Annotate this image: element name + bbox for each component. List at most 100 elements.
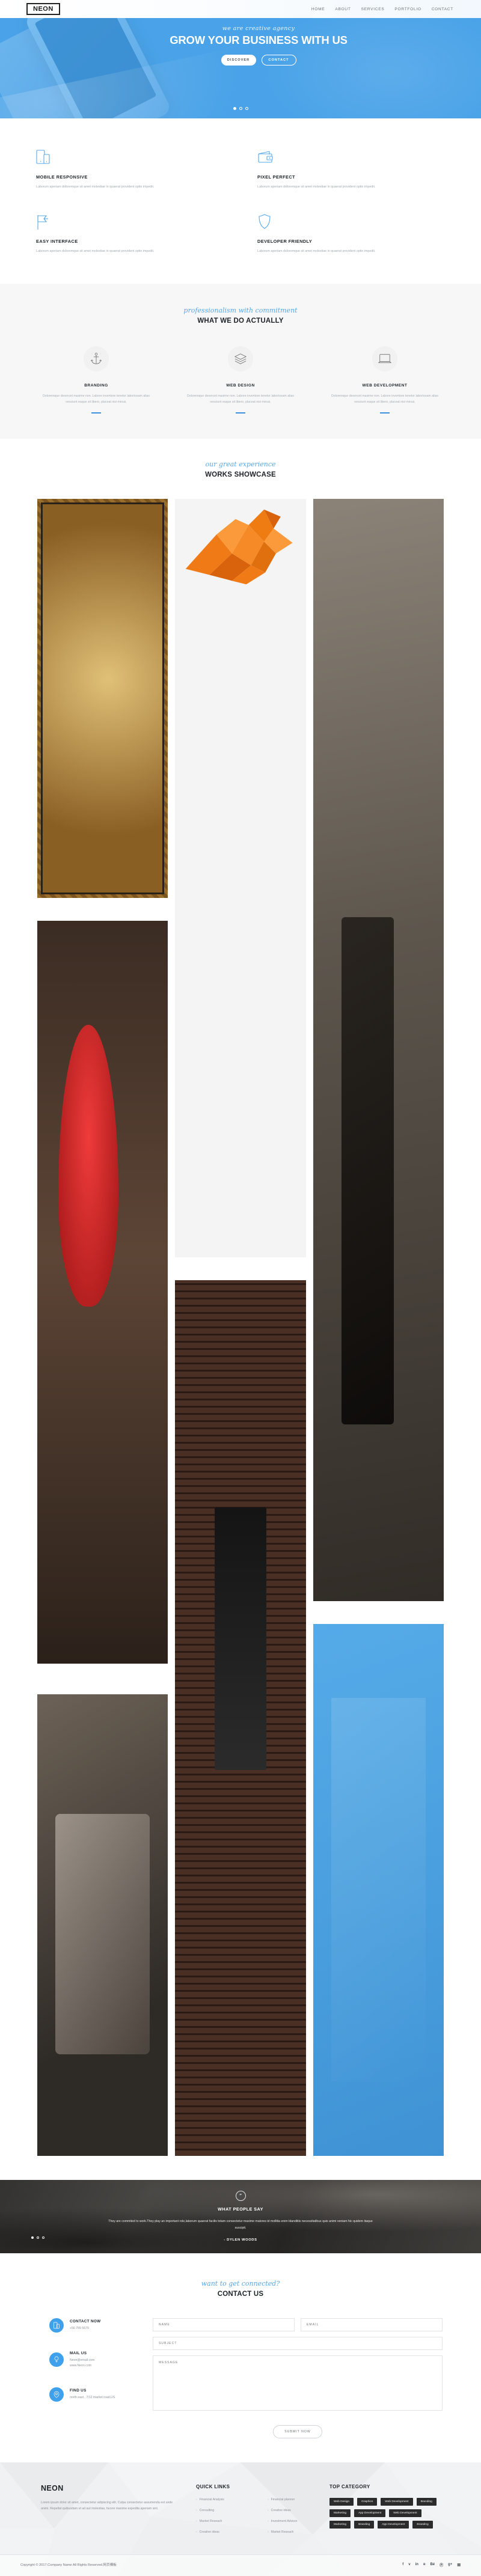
feature-text: Laborum aperiam doloremque sit amet mole…: [36, 185, 155, 189]
linkedin-icon[interactable]: in: [415, 2563, 418, 2566]
footer-link-label: Consulting: [199, 2508, 215, 2512]
rss-icon[interactable]: ʀ: [423, 2563, 426, 2566]
category-tag[interactable]: Web Development: [389, 2509, 421, 2517]
copyright-bar: Copyright © 2017.Company Name All Rights…: [0, 2554, 481, 2576]
hero-buttons: DISCOVER CONTACT: [36, 54, 481, 66]
footer-link[interactable]: › Financial Analysis: [196, 2498, 258, 2501]
feature-text: Laborum aperiam doloremque sit amet mole…: [257, 185, 376, 189]
nav-item-portfolio[interactable]: PORTFOLIO: [394, 7, 421, 11]
contact-info-value: +56 789 5679: [70, 2326, 89, 2330]
subject-input[interactable]: [153, 2336, 443, 2350]
testimonial-dot-2[interactable]: [37, 2236, 39, 2239]
footer-link-label: Market Reseach: [271, 2530, 294, 2534]
name-input[interactable]: [153, 2318, 295, 2331]
services-section: professionalism with commitment WHAT WE …: [0, 283, 481, 439]
email-input[interactable]: [301, 2318, 443, 2331]
chevron-right-icon: ›: [196, 2508, 197, 2512]
footer-quick-links-grid: › Financial Analysis › Financial planner ›…: [196, 2498, 329, 2534]
service-name: BRANDING: [84, 383, 108, 388]
twitter-icon[interactable]: ᴠ: [408, 2563, 410, 2566]
category-tag[interactable]: Branding: [412, 2520, 433, 2529]
footer-link[interactable]: › Creative ideas: [196, 2530, 258, 2534]
category-tag[interactable]: Graphics: [357, 2497, 378, 2506]
feature-title: EASY INTERFACE: [36, 239, 78, 245]
service-card: WEB DEVELOPMENT Doloremque deserunt maxi…: [313, 346, 457, 414]
category-tag[interactable]: Branding: [354, 2520, 375, 2529]
chevron-right-icon: ›: [268, 2530, 269, 2534]
gallery-item[interactable]: [37, 920, 168, 1664]
category-tag[interactable]: Marketing: [329, 2520, 351, 2529]
services-heading: WHAT WE DO ACTUALLY: [197, 317, 284, 325]
footer-link[interactable]: › Market Reseach: [268, 2530, 329, 2534]
message-textarea[interactable]: [153, 2355, 443, 2411]
service-name: WEB DEVELOPMENT: [362, 383, 408, 388]
copyright-text: Copyright © 2017.Company Name All Rights…: [20, 2563, 117, 2568]
contact-script-title: want to get connected?: [201, 2279, 280, 2288]
nav-item-about[interactable]: ABOUT: [335, 7, 351, 11]
contact-info-value: Neon@email.com: [70, 2358, 95, 2362]
hero-dot-2[interactable]: [239, 107, 242, 110]
footer-link-label: Financial planner: [271, 2497, 295, 2501]
feature-text: Laborum aperiam doloremque sit amet mole…: [257, 249, 376, 254]
contact-info-label: CONTACT NOW: [70, 2319, 101, 2324]
category-tag[interactable]: Web Design: [329, 2497, 354, 2506]
gallery-item[interactable]: [37, 498, 168, 898]
nav-item-home[interactable]: HOME: [311, 7, 325, 11]
footer-columns: NEON Lorem ipsum dolor sit amet, consect…: [30, 2484, 451, 2534]
service-card: WEB DESIGN Doloremque deserunt maxime no…: [168, 346, 313, 414]
footer-link-label: Creative ideas: [271, 2508, 291, 2512]
nav-item-services[interactable]: SERVICES: [361, 7, 385, 11]
feature-title: MOBILE RESPONSIVE: [36, 174, 88, 180]
chevron-right-icon: ›: [196, 2530, 197, 2534]
anchor-icon: [84, 346, 109, 371]
contact-button[interactable]: CONTACT: [261, 54, 296, 66]
works-gallery: [37, 498, 444, 2156]
google-plus-icon[interactable]: g+: [448, 2563, 452, 2566]
gallery-item[interactable]: [313, 498, 444, 1601]
hero-dot-1[interactable]: [233, 107, 236, 110]
layers-icon: [228, 346, 253, 371]
shield-icon: [257, 214, 445, 232]
gallery-item[interactable]: [175, 498, 306, 1257]
category-tag[interactable]: Web Development: [381, 2497, 413, 2506]
discover-button[interactable]: DISCOVER: [221, 54, 256, 66]
footer-link[interactable]: › Creative ideas: [268, 2509, 329, 2512]
category-tag[interactable]: Marketing: [329, 2509, 351, 2517]
testimonial-dot-3[interactable]: [42, 2236, 44, 2239]
footer-link[interactable]: › Financial planner: [268, 2498, 329, 2501]
gallery-item[interactable]: [37, 1694, 168, 2156]
category-tag[interactable]: App Development: [378, 2520, 409, 2529]
contact-form: SUBMIT NOW: [153, 2318, 443, 2438]
mobile-devices-icon: [36, 150, 224, 168]
submit-row: SUBMIT NOW: [153, 2425, 443, 2438]
footer-top-category-column: TOP CATEGORY Web Design Graphics Web Dev…: [329, 2484, 451, 2534]
laptop-icon: [372, 346, 397, 371]
contact-info-value: www.Neon.com: [70, 2363, 92, 2367]
footer-link[interactable]: › Investment Advisor: [268, 2520, 329, 2523]
site-header: NEON HOME ABOUT SERVICES PORTFOLIO CONTA…: [0, 0, 481, 18]
contact-heading: CONTACT US: [217, 2290, 264, 2298]
behance-icon[interactable]: Bé: [430, 2563, 435, 2566]
testimonial-section: ” WHAT PEOPLE SAY They are commited to w…: [0, 2179, 481, 2253]
footer-link[interactable]: › Consulting: [196, 2509, 258, 2512]
site-logo[interactable]: NEON: [26, 2, 60, 16]
footer-link[interactable]: › Market Reseach: [196, 2520, 258, 2523]
dribbble-icon[interactable]: ▤: [457, 2563, 461, 2567]
gallery-item[interactable]: [175, 1280, 306, 2156]
hero-slider-dots: [0, 107, 481, 110]
pinterest-icon[interactable]: Ⓟ: [440, 2562, 443, 2568]
services-grid: BRANDING Doloremque deserunt maxime non.…: [24, 346, 457, 414]
nav-item-contact[interactable]: CONTACT: [432, 7, 453, 11]
testimonial-slider-dots: [31, 2236, 44, 2239]
category-tag[interactable]: App Development: [354, 2509, 386, 2517]
service-card: BRANDING Doloremque deserunt maxime non.…: [24, 346, 168, 414]
facebook-icon[interactable]: f: [402, 2563, 403, 2566]
feature-title: DEVELOPER FRIENDLY: [257, 239, 313, 245]
wallet-icon: [257, 150, 445, 168]
submit-now-button[interactable]: SUBMIT NOW: [273, 2425, 322, 2438]
category-tag[interactable]: Branding: [416, 2497, 437, 2506]
hero-dot-3[interactable]: [245, 107, 248, 110]
gallery-item[interactable]: [313, 1623, 444, 2156]
testimonial-dot-1[interactable]: [31, 2236, 34, 2239]
footer-link-label: Financial Analysis: [199, 2497, 224, 2501]
